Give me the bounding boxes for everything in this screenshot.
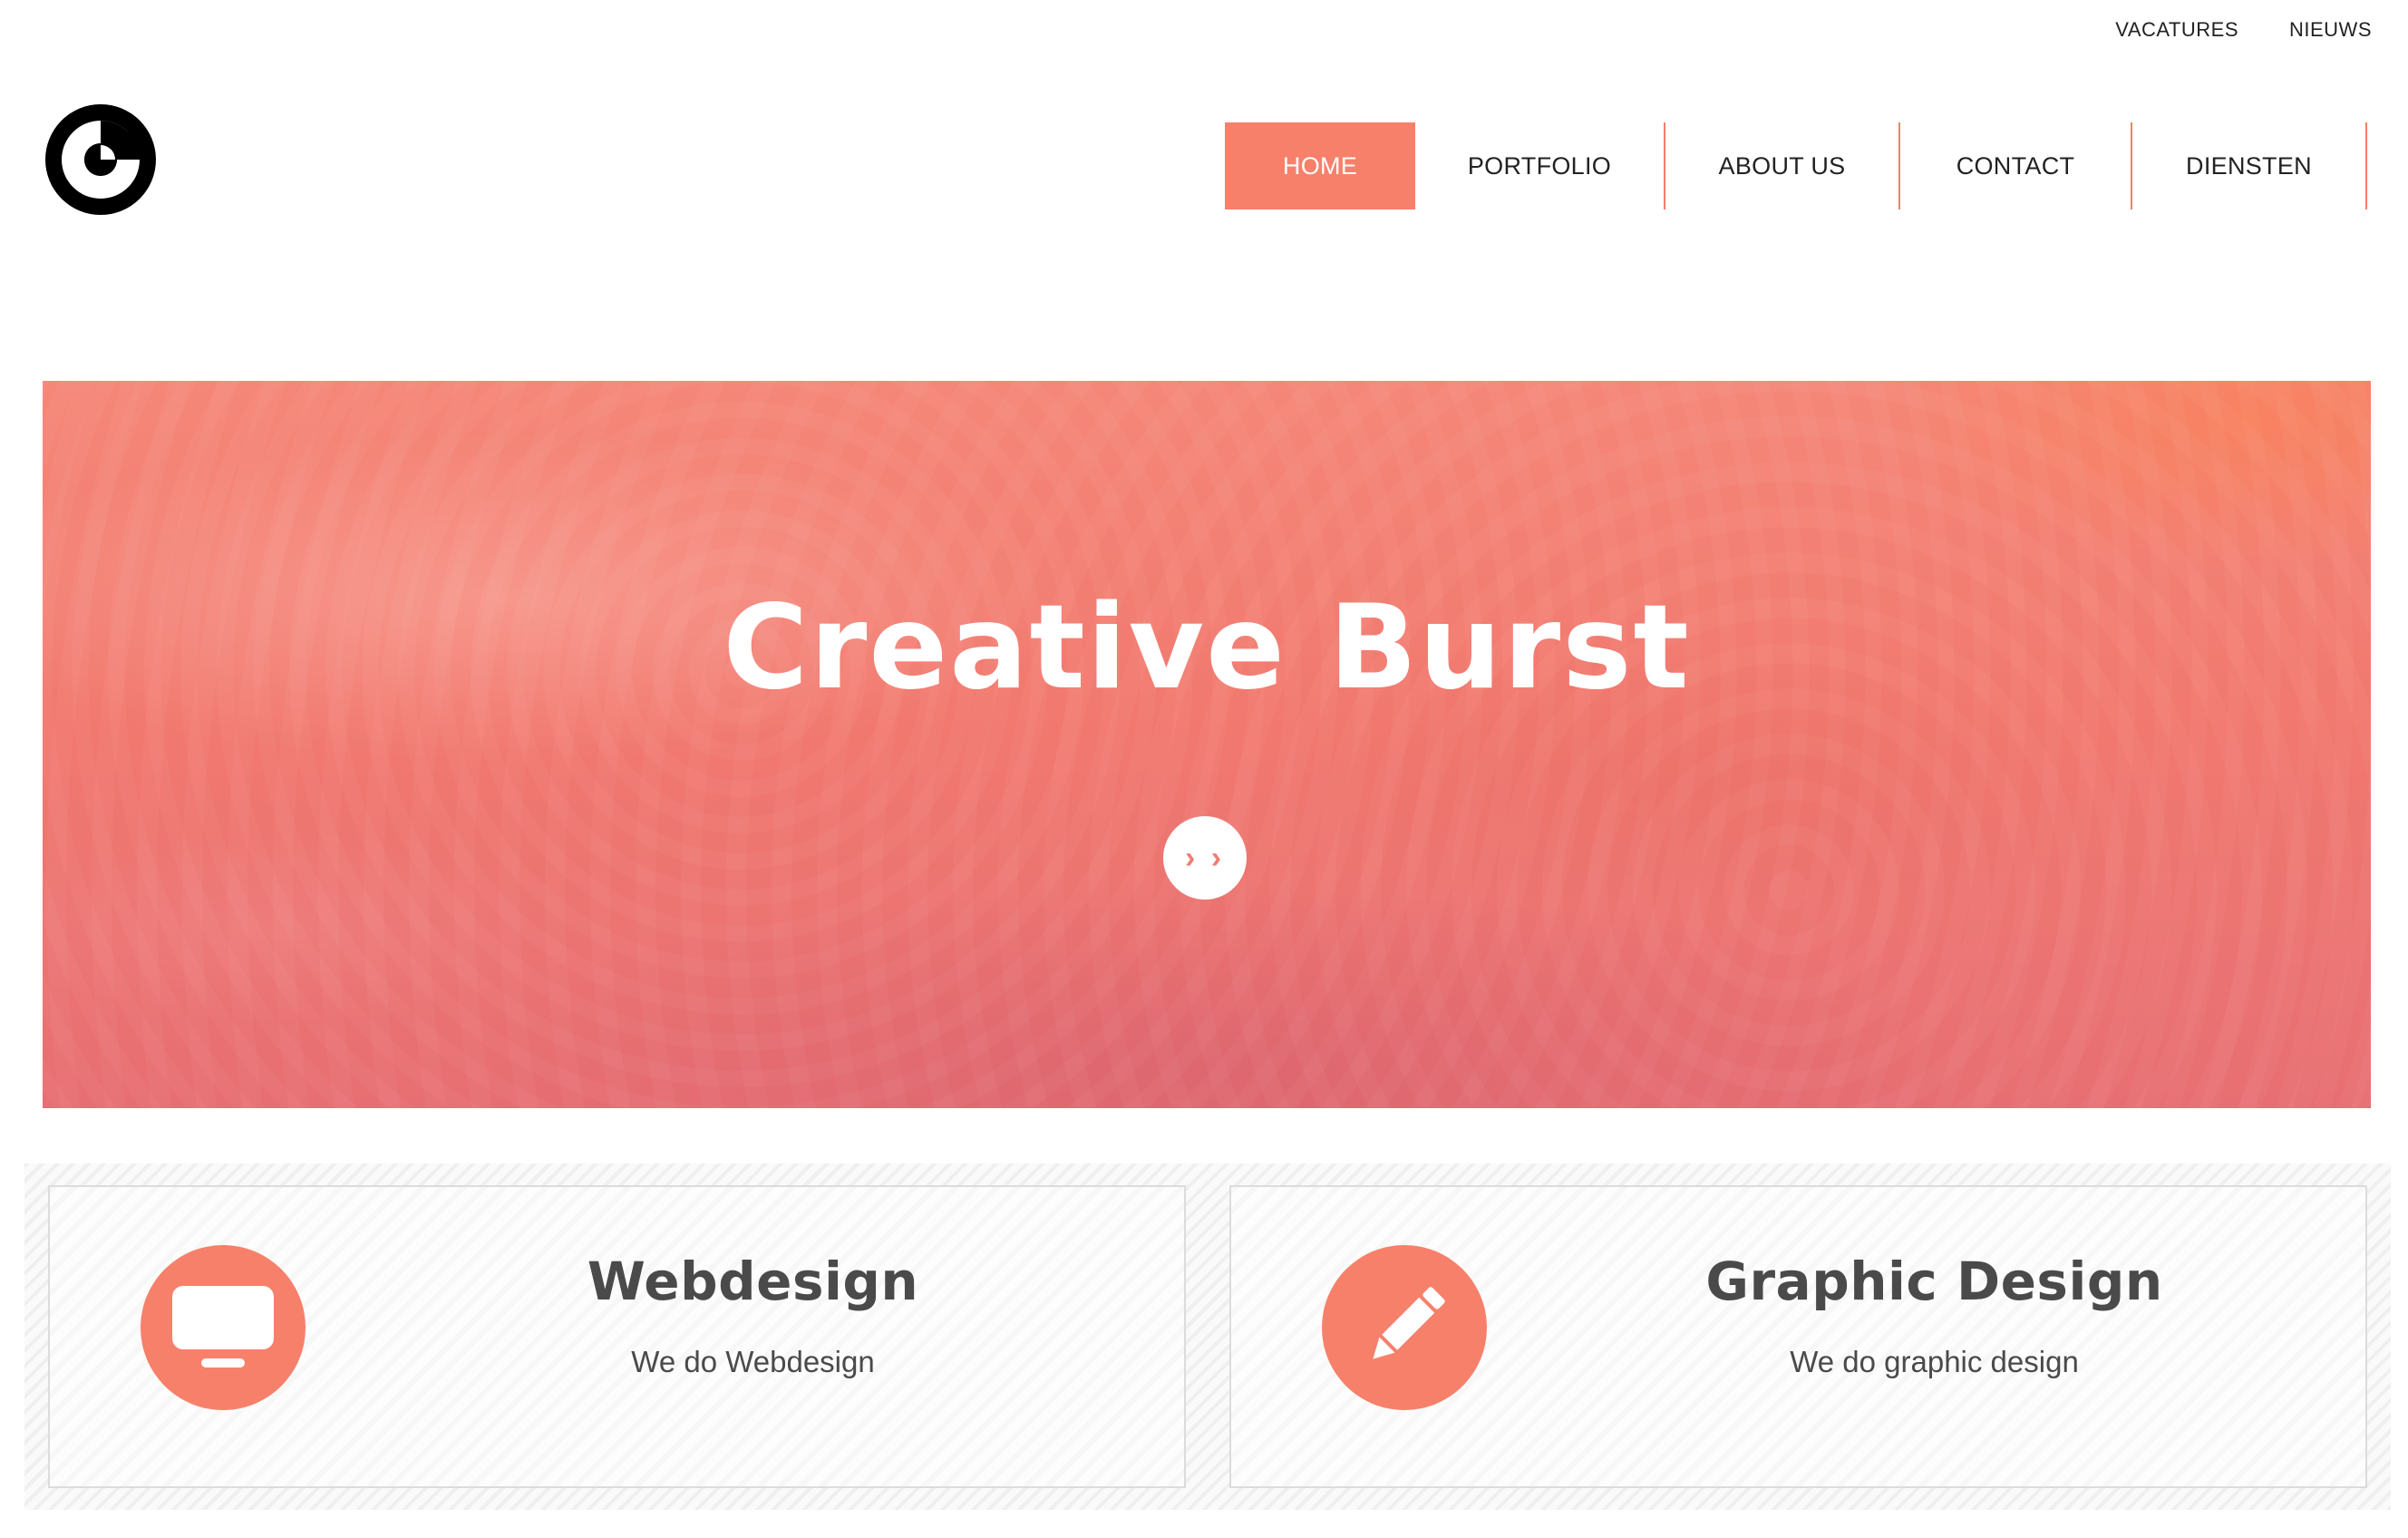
service-text: Webdesign We do Webdesign bbox=[322, 1251, 1184, 1379]
hero-title: Creative Burst bbox=[723, 580, 1691, 715]
services-section: Webdesign We do Webdesign Graphic Design… bbox=[24, 1163, 2391, 1510]
logo-icon bbox=[45, 104, 156, 215]
nav-item-portfolio[interactable]: PORTFOLIO bbox=[1415, 122, 1665, 209]
nav-item-about-us[interactable]: ABOUT US bbox=[1665, 122, 1900, 209]
double-chevron-right-icon[interactable]: › › bbox=[1163, 816, 1247, 900]
service-subtitle: We do Webdesign bbox=[631, 1345, 875, 1378]
page: VACATURES NIEUWS HOME PORTFOLIO ABOUT US… bbox=[0, 0, 2408, 1538]
nav-item-diensten[interactable]: DIENSTEN bbox=[2132, 122, 2367, 209]
nav-item-home[interactable]: HOME bbox=[1225, 122, 1415, 209]
service-subtitle: We do graphic design bbox=[1790, 1345, 2079, 1378]
utility-nav: VACATURES NIEUWS bbox=[2115, 18, 2372, 42]
nav-item-contact[interactable]: CONTACT bbox=[1900, 122, 2132, 209]
utility-link-nieuws[interactable]: NIEUWS bbox=[2289, 18, 2372, 42]
pencil-icon bbox=[1322, 1245, 1487, 1410]
utility-link-vacatures[interactable]: VACATURES bbox=[2115, 18, 2238, 42]
service-card-webdesign[interactable]: Webdesign We do Webdesign bbox=[48, 1185, 1186, 1488]
main-nav: HOME PORTFOLIO ABOUT US CONTACT DIENSTEN bbox=[1225, 122, 2367, 209]
hero-next-glyph: › › bbox=[1184, 840, 1226, 875]
monitor-icon bbox=[141, 1245, 306, 1410]
service-text: Graphic Design We do graphic design bbox=[1503, 1251, 2365, 1379]
hero-banner: Creative Burst › › bbox=[43, 381, 2371, 1108]
service-title: Webdesign bbox=[587, 1251, 919, 1312]
service-card-graphic-design[interactable]: Graphic Design We do graphic design bbox=[1229, 1185, 2367, 1488]
service-title: Graphic Design bbox=[1705, 1251, 2163, 1312]
logo[interactable] bbox=[45, 104, 156, 215]
